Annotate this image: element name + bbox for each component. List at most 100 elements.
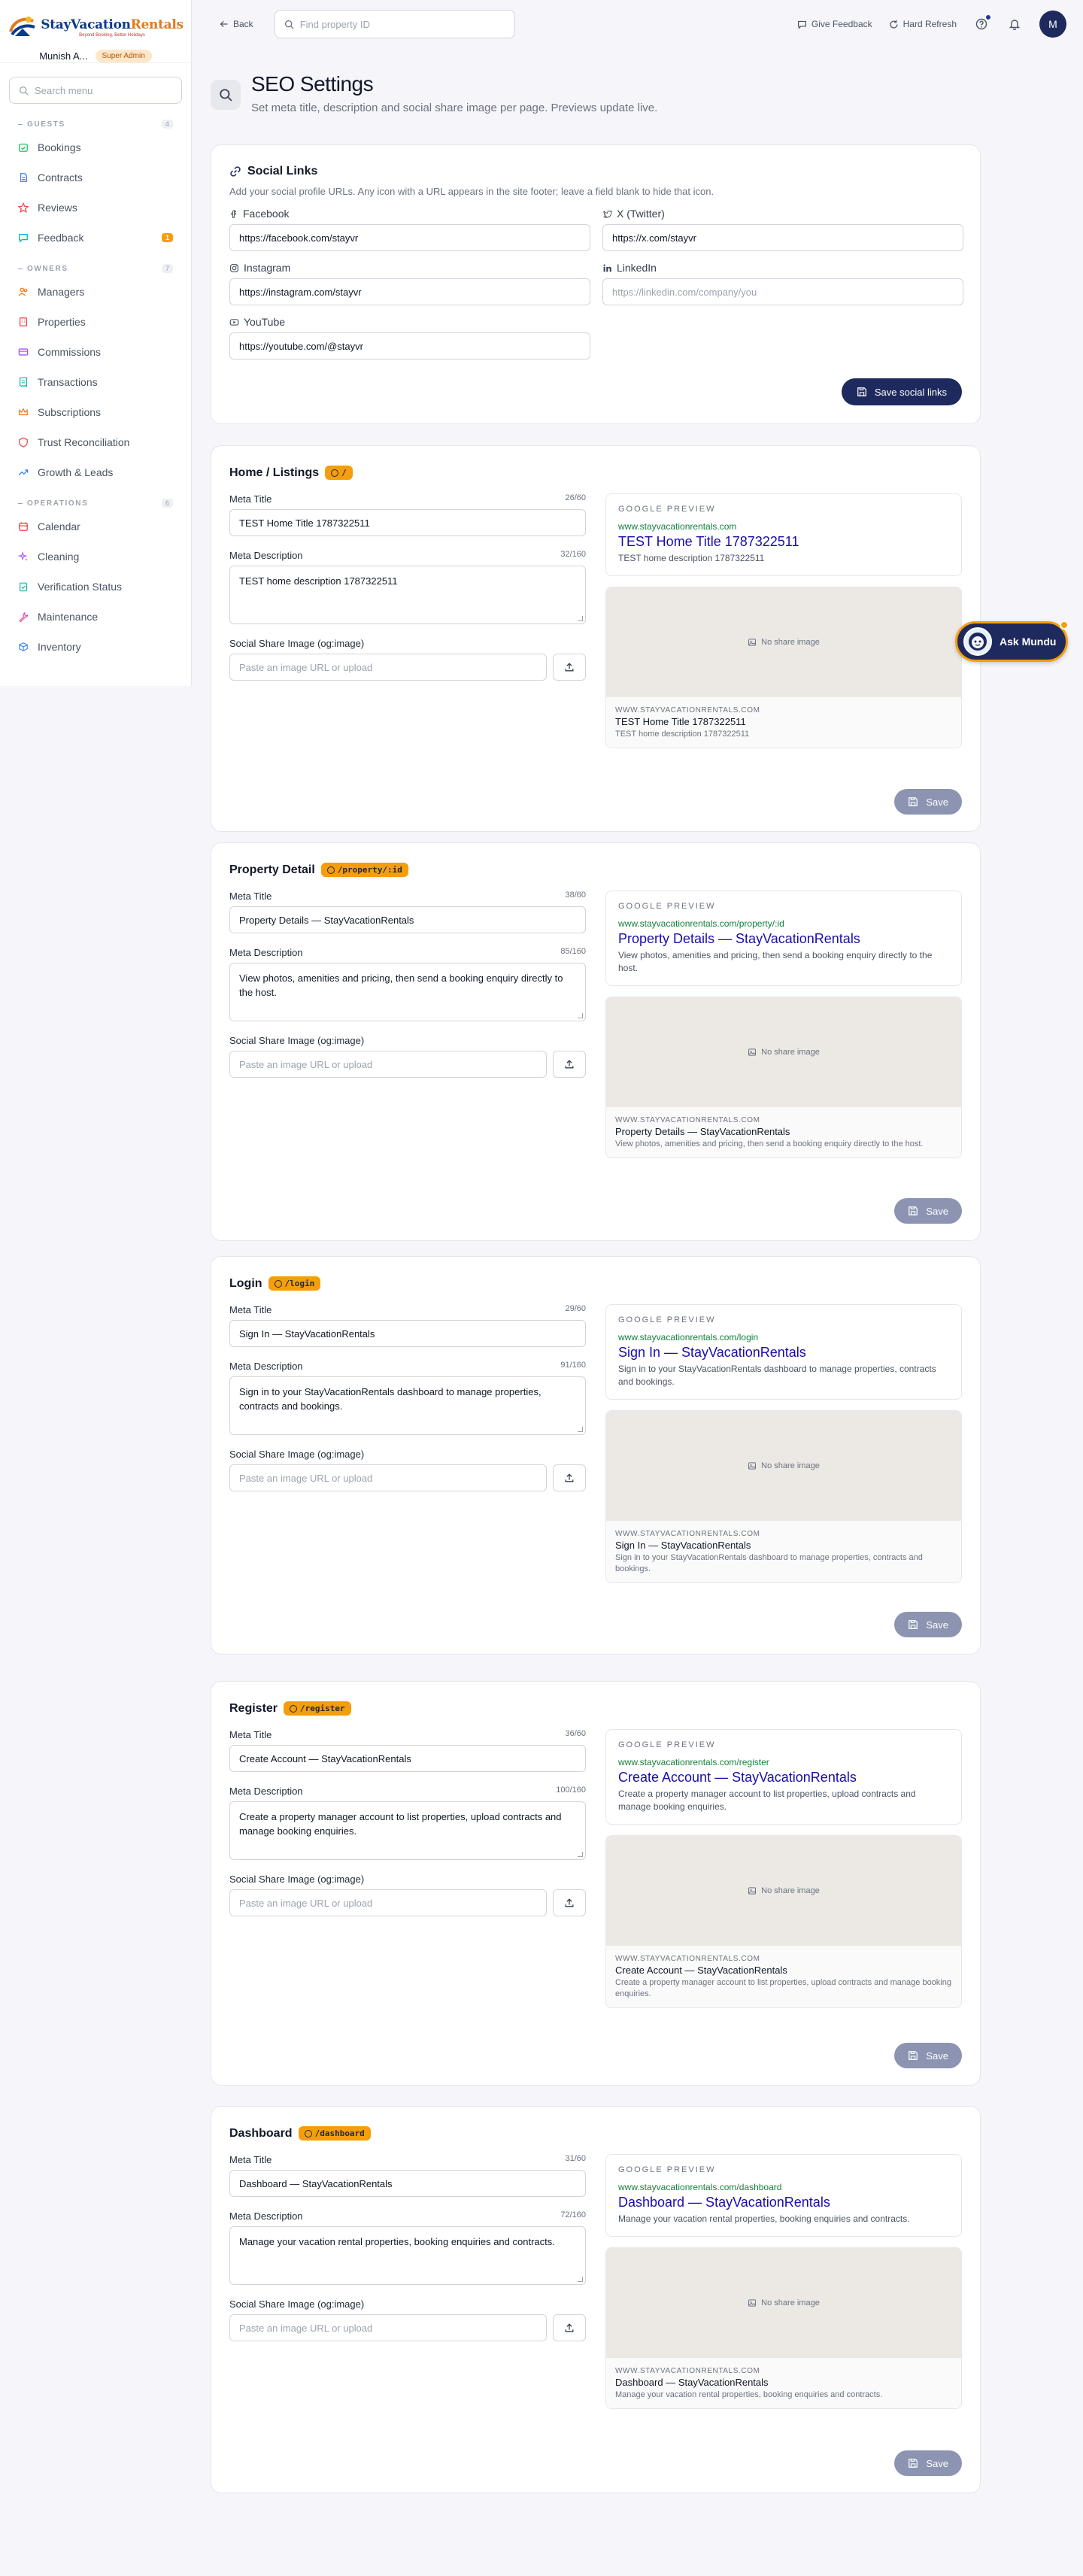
social-links-description: Add your social profile URLs. Any icon w… [229, 186, 714, 197]
message-icon [19, 233, 28, 243]
notifications-button[interactable] [1006, 16, 1023, 32]
upload-image-button[interactable] [553, 1464, 586, 1491]
upload-image-button[interactable] [553, 654, 586, 681]
meta-description-textarea[interactable]: Sign in to your StayVacationRentals dash… [229, 1376, 586, 1435]
sidebar-item-properties[interactable]: Properties [0, 307, 191, 337]
property-search-input[interactable]: Find property ID [274, 10, 515, 38]
meta-title-input[interactable]: Create Account — StayVacationRentals [229, 1745, 586, 1772]
google-preview-title: TEST Home Title 1787322511 [618, 534, 799, 549]
building-icon [19, 317, 28, 326]
youtube-icon [229, 318, 239, 326]
og-title: Create Account — StayVacationRentals [615, 1965, 787, 1976]
sidebar-item-contracts[interactable]: Contracts [0, 162, 191, 193]
upload-image-button[interactable] [553, 2314, 586, 2341]
hard-refresh-button[interactable]: Hard Refresh [889, 19, 957, 29]
share-image-placeholder: No share image [606, 1411, 961, 1521]
sidebar-item-trust-reconciliation[interactable]: Trust Reconciliation [0, 427, 191, 457]
twitter-field-group: X (Twitter) https://x.com/stayvr [602, 208, 963, 251]
seo-page-card: Home / Listings / Meta Title 26/60 TEST Home… [211, 445, 981, 832]
seo-page-header: Dashboard/dashboard [229, 2126, 962, 2141]
sidebar: StayVacationRentals Beyond Booking, Bett… [0, 0, 192, 686]
sidebar-item-label: Cleaning [38, 551, 80, 563]
save-button[interactable]: Save [894, 1612, 962, 1637]
meta-description-counter: 85/160 [560, 947, 586, 956]
meta-title-input[interactable]: Property Details — StayVacationRentals [229, 906, 586, 933]
share-image-url-input[interactable]: Paste an image URL or upload [229, 1051, 547, 1078]
sidebar-item-label: Trust Reconciliation [38, 436, 130, 448]
resize-handle-icon[interactable] [578, 1852, 583, 1857]
sidebar-item-managers[interactable]: Managers [0, 277, 191, 307]
sidebar-item-bookings[interactable]: Bookings [0, 132, 191, 162]
share-image-placeholder: No share image [606, 587, 961, 697]
user-info[interactable]: Munish A... Super Admin [39, 50, 152, 62]
share-image-url-input[interactable]: Paste an image URL or upload [229, 2314, 547, 2341]
meta-description-label: Meta Description [229, 550, 303, 561]
sidebar-item-growth-leads[interactable]: Growth & Leads [0, 457, 191, 487]
resize-handle-icon[interactable] [578, 1427, 583, 1432]
sidebar-item-commissions[interactable]: Commissions [0, 337, 191, 367]
save-button[interactable]: Save [894, 789, 962, 815]
meta-description-textarea[interactable]: View photos, amenities and pricing, then… [229, 963, 586, 1021]
meta-title-input[interactable]: Dashboard — StayVacationRentals [229, 2170, 586, 2197]
sidebar-item-calendar[interactable]: Calendar [0, 511, 191, 542]
seo-page-card: Register/register Meta Title 36/60 Create A… [211, 1681, 981, 2086]
avatar[interactable]: M [1039, 11, 1066, 38]
sidebar-item-inventory[interactable]: Inventory [0, 632, 191, 662]
meta-description-textarea[interactable]: Manage your vacation rental properties, … [229, 2226, 586, 2285]
instagram-icon [230, 263, 238, 272]
og-description: Create a property manager account to lis… [615, 1978, 951, 1998]
resize-handle-icon[interactable] [578, 2277, 583, 2282]
meta-title-counter: 26/60 [565, 493, 586, 502]
meta-title-input[interactable]: TEST Home Title 1787322511 [229, 509, 586, 536]
no-share-image-label: No share image [761, 1461, 820, 1470]
youtube-field-group: YouTube https://youtube.com/@stayvr [229, 316, 590, 360]
share-image-url-input[interactable]: Paste an image URL or upload [229, 1464, 547, 1491]
og-domain: WWW.STAYVACATIONRENTALS.COM [615, 706, 760, 715]
meta-title-input[interactable]: Sign In — StayVacationRentals [229, 1320, 586, 1347]
brand-header: StayVacationRentals Beyond Booking, Bett… [0, 0, 191, 63]
upload-icon [565, 1898, 574, 1907]
upload-image-button[interactable] [553, 1051, 586, 1078]
resize-handle-icon[interactable] [578, 1013, 583, 1018]
back-button[interactable]: Back [220, 19, 253, 29]
save-label: Save [926, 1619, 948, 1631]
sidebar-item-transactions[interactable]: Transactions [0, 367, 191, 397]
help-button[interactable] [973, 14, 991, 32]
logo[interactable]: StayVacationRentals Beyond Booking, Bett… [8, 12, 184, 42]
sidebar-item-reviews[interactable]: Reviews [0, 193, 191, 223]
meta-description-textarea[interactable]: Create a property manager account to lis… [229, 1801, 586, 1860]
save-button[interactable]: Save [894, 2450, 962, 2476]
sidebar-item-cleaning[interactable]: Cleaning [0, 542, 191, 572]
save-button[interactable]: Save [894, 2043, 962, 2068]
globe-icon [304, 2129, 312, 2138]
sidebar-item-verification-status[interactable]: Verification Status [0, 572, 191, 602]
save-label: Save [926, 2050, 948, 2062]
give-feedback-button[interactable]: Give Feedback [797, 19, 872, 29]
meta-description-label: Meta Description [229, 1786, 303, 1797]
upload-image-button[interactable] [553, 1889, 586, 1916]
user-name: Munish A... [39, 50, 88, 62]
sidebar-item-feedback[interactable]: Feedback 1 [0, 223, 191, 253]
meta-description-textarea[interactable]: TEST home description 1787322511 [229, 566, 586, 624]
og-description: View photos, amenities and pricing, then… [615, 1139, 924, 1148]
twitter-url-input[interactable]: https://x.com/stayvr [602, 224, 963, 251]
facebook-url-input[interactable]: https://facebook.com/stayvr [229, 224, 590, 251]
save-social-links-button[interactable]: Save social links [841, 378, 962, 405]
sidebar-item-subscriptions[interactable]: Subscriptions [0, 397, 191, 427]
save-button[interactable]: Save [894, 1198, 962, 1224]
meta-title-label: Meta Title [229, 1304, 272, 1315]
sidebar-item-maintenance[interactable]: Maintenance [0, 602, 191, 632]
share-image-url-input[interactable]: Paste an image URL or upload [229, 654, 547, 681]
menu-search-input[interactable]: Search menu [9, 77, 182, 104]
linkedin-url-input[interactable]: https://linkedin.com/company/you [602, 278, 963, 305]
instagram-url-input[interactable]: https://instagram.com/stayvr [229, 278, 590, 305]
google-preview: GOOGLE PREVIEW www.stayvacationrentals.co… [605, 2154, 962, 2237]
google-preview-description: TEST home description 1787322511 [618, 553, 765, 563]
twitter-label: X (Twitter) [617, 208, 665, 220]
no-share-image-label: No share image [761, 1048, 820, 1057]
share-image-url-input[interactable]: Paste an image URL or upload [229, 1889, 547, 1916]
ask-mundu-button[interactable]: Ask Mundu [955, 620, 1069, 662]
resize-handle-icon[interactable] [578, 616, 583, 621]
youtube-url-input[interactable]: https://youtube.com/@stayvr [229, 332, 590, 360]
og-domain: WWW.STAYVACATIONRENTALS.COM [615, 1955, 760, 1963]
